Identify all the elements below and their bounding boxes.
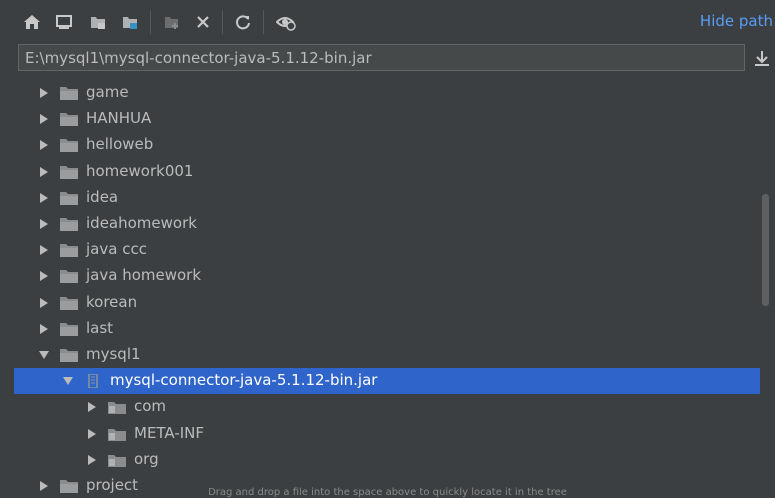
chevron-right-icon[interactable]: [38, 87, 50, 99]
new-folder-icon: [165, 17, 178, 29]
tree-row-label: java homework: [86, 266, 202, 285]
chevron-right-icon[interactable]: [38, 166, 50, 178]
tree-row-label: HANHUA: [86, 109, 152, 128]
tree-row-label: java ccc: [86, 240, 147, 259]
tree-row[interactable]: META-INF: [14, 421, 760, 447]
folder-icon: [60, 270, 78, 284]
tree-row-label: org: [134, 449, 159, 468]
home-icon: [24, 15, 40, 29]
tree-row[interactable]: homework001: [14, 159, 760, 185]
chevron-right-icon[interactable]: [38, 192, 50, 204]
tree-row-label: META-INF: [134, 423, 205, 442]
desktop-button[interactable]: [52, 10, 76, 34]
tree-row[interactable]: game: [14, 80, 760, 106]
folder-icon: [60, 296, 78, 310]
folder-icon: [60, 113, 78, 127]
folder-icon: [60, 244, 78, 258]
tree-row[interactable]: last: [14, 316, 760, 342]
module-folder-icon: [123, 17, 137, 29]
refresh-button[interactable]: [231, 10, 255, 34]
show-hidden-icon: [276, 17, 296, 31]
download-button[interactable]: [751, 48, 773, 70]
tree-row[interactable]: helloweb: [14, 132, 760, 158]
hide-path-link[interactable]: Hide path: [700, 12, 773, 30]
folder-icon: [60, 165, 78, 179]
vertical-scrollbar[interactable]: [761, 80, 769, 498]
tree-row-label: com: [134, 397, 167, 416]
new-folder-button[interactable]: [160, 10, 184, 34]
tree-row-label: ideahomework: [86, 214, 197, 232]
toolbar-separator: [263, 10, 264, 34]
folder-icon: [60, 87, 78, 100]
file-tree: game HANHUA helloweb homework001 idea ideahom…: [14, 80, 760, 498]
home-button[interactable]: [20, 10, 44, 34]
chevron-right-icon[interactable]: [38, 139, 50, 151]
tree-row-label: helloweb: [86, 135, 154, 154]
delete-icon: [197, 16, 209, 28]
chevron-right-icon[interactable]: [38, 244, 50, 256]
tree-row-label: homework001: [86, 161, 194, 180]
scrollbar-thumb[interactable]: [762, 194, 769, 306]
delete-button[interactable]: [191, 10, 215, 34]
jar-icon: [88, 374, 98, 389]
chevron-right-icon[interactable]: [38, 113, 50, 125]
path-field[interactable]: [18, 44, 745, 71]
tree-row-label: last: [86, 318, 114, 337]
chevron-right-icon[interactable]: [38, 297, 50, 309]
chevron-right-icon[interactable]: [86, 454, 98, 466]
tree-row[interactable]: ideahomework: [14, 211, 760, 237]
tree-row[interactable]: mysql1: [14, 342, 760, 368]
project-folder-icon: [91, 17, 105, 29]
tree-row[interactable]: idea: [14, 185, 760, 211]
drag-drop-hint: Drag and drop a file into the space abov…: [208, 487, 567, 498]
tree-row-label: mysql1: [86, 345, 141, 363]
chevron-down-icon[interactable]: [38, 349, 50, 361]
tree-row-label: mysql-connector-java-5.1.12-bin.jar: [110, 371, 378, 390]
tree-row[interactable]: java homework: [14, 263, 760, 289]
download-icon: [755, 51, 769, 66]
package-icon: [108, 454, 126, 467]
tree-row[interactable]: HANHUA: [14, 106, 760, 132]
chevron-right-icon[interactable]: [86, 428, 98, 440]
chevron-right-icon[interactable]: [86, 401, 98, 413]
tree-row[interactable]: mysql-connector-java-5.1.12-bin.jar: [14, 368, 760, 395]
chevron-right-icon[interactable]: [38, 323, 50, 335]
toolbar-separator: [150, 10, 151, 34]
folder-icon: [60, 349, 78, 362]
chevron-down-icon[interactable]: [62, 375, 74, 387]
toolbar: Hide path: [0, 0, 775, 44]
tree-row[interactable]: korean: [14, 290, 760, 316]
path-input[interactable]: [19, 45, 744, 70]
package-icon: [108, 428, 126, 441]
chevron-right-icon[interactable]: [38, 270, 50, 282]
project-folder-button[interactable]: [86, 10, 110, 34]
refresh-icon: [236, 15, 250, 30]
tree-row-label: korean: [86, 292, 138, 311]
toolbar-separator: [222, 10, 223, 34]
desktop-icon: [56, 15, 72, 29]
module-folder-button[interactable]: [118, 10, 142, 34]
tree-row-label: game: [86, 83, 129, 101]
folder-icon: [60, 218, 78, 231]
tree-row[interactable]: java ccc: [14, 237, 760, 263]
show-hidden-button[interactable]: [274, 10, 298, 34]
tree-row[interactable]: com: [14, 394, 760, 420]
folder-icon: [60, 191, 78, 205]
folder-icon: [60, 322, 78, 336]
package-icon: [108, 402, 126, 415]
tree-row-label: idea: [86, 187, 119, 206]
folder-icon: [60, 139, 78, 153]
tree-row[interactable]: org: [14, 447, 760, 473]
chevron-right-icon[interactable]: [38, 218, 50, 230]
